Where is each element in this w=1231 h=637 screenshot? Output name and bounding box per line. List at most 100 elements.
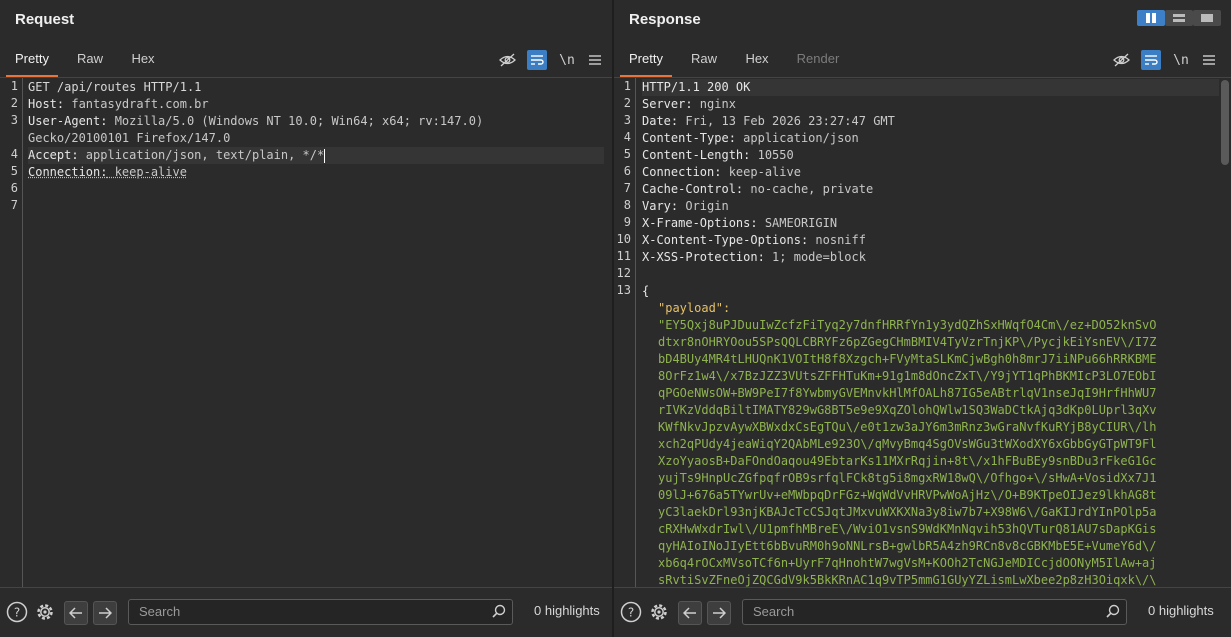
tab-raw[interactable]: Raw [684,44,724,75]
menu-icon[interactable] [1199,50,1219,70]
word-wrap-icon[interactable] [527,50,547,70]
gear-icon[interactable] [647,600,671,624]
payload-line: cRXHwWxdrIwl\/U1pmfhMBreE\/WviO1vsnS9WdK… [658,522,1157,536]
request-tabbar: Pretty Raw Hex \n [0,44,612,78]
newline-toggle[interactable]: \n [1171,50,1191,70]
tab-hex[interactable]: Hex [737,44,777,75]
payload-line: dtxr8nOHRYOou5SPsQQLCBRYFz6pZGegCHmBMIV4… [658,335,1157,349]
payload-line: qPGOeNWsOW+BW9PeI7f8YwbmyGVEMnvkHlMfOALh… [658,386,1157,400]
line-number-gutter: 1 2 3 4 5 6 7 [0,78,23,588]
line-number: 1 [10,79,18,93]
header-line-continued: Gecko/20100101 Firefox/147.0 [28,130,604,147]
json-key-line: "payload": [642,300,1219,317]
payload-line: XzoYyaosB+DaFOndOaqou49EbtarKs11MXrRqjin… [658,454,1157,468]
response-pane: Response Pretty Raw Hex Render \n 1 2 3 … [614,0,1231,637]
tab-hex[interactable]: Hex [123,44,163,75]
line-number-gutter: 1 2 3 4 5 6 7 8 9 10 11 12 13 [614,78,636,588]
header-value: fantasydraft.com.br [64,97,209,111]
line-number: 13 [616,283,631,297]
request-editor[interactable]: 1 2 3 4 5 6 7 GET /api/routes HTTP/1.1 H… [0,78,612,588]
response-editor[interactable]: 1 2 3 4 5 6 7 8 9 10 11 12 13 HTTP/1.1 2… [614,78,1231,588]
layout-side-by-side-button[interactable] [1137,10,1165,26]
layout-tabs-button[interactable] [1193,10,1221,26]
header-name: X-XSS-Protection: [642,250,765,264]
status-line: HTTP/1.1 200 OK [642,79,1219,96]
response-footer: ? 0 highlights [614,587,1231,637]
header-line: X-Content-Type-Options: nosniff [642,232,1219,249]
header-line: Content-Length: 10550 [642,147,1219,164]
tab-raw[interactable]: Raw [70,44,110,75]
request-line-text: GET /api/routes HTTP/1.1 [28,80,202,94]
header-name: Accept: [28,148,79,162]
tab-pretty[interactable]: Pretty [6,44,58,77]
request-footer: ? 0 highlights [0,587,612,637]
line-number: 8 [623,198,631,212]
menu-icon[interactable] [585,50,605,70]
response-code: HTTP/1.1 200 OK Server: nginx Date: Fri,… [642,79,1219,588]
header-value: 10550 [750,148,794,162]
header-value: Mozilla/5.0 (Windows NT 10.0; Win64; x64… [107,114,484,128]
header-value: Fri, 13 Feb 2026 23:27:47 GMT [678,114,895,128]
line-number: 4 [10,147,18,161]
back-arrow-icon[interactable] [678,601,702,625]
newline-toggle[interactable]: \n [557,50,577,70]
forward-arrow-icon[interactable] [707,601,731,625]
line-number: 7 [623,181,631,195]
highlights-count: 0 highlights [1148,603,1214,618]
line-number: 11 [616,249,631,263]
search-input[interactable] [137,603,471,620]
hide-eye-icon[interactable] [497,50,517,70]
line-number: 10 [616,232,631,246]
line-number: 5 [623,147,631,161]
payload-line: KWfNkvJpzvAywXBWxdxCsEgTQu\/e0t1zw3aJY6m… [658,420,1157,434]
payload-line: qyHAIoINoJIyEtt6bBvuRM0h9oNNLrsB+gwlbR5A… [658,539,1157,553]
svg-text:?: ? [628,606,634,620]
search-icon[interactable] [1106,604,1120,623]
header-name: Date: [642,114,679,128]
header-value: keep-alive [107,165,187,179]
tab-pretty[interactable]: Pretty [620,44,672,77]
request-code: GET /api/routes HTTP/1.1 Host: fantasydr… [28,79,604,215]
layout-stacked-button[interactable] [1165,10,1193,26]
line-number: 5 [10,164,18,178]
header-value: 1; mode=block [764,250,866,264]
search-input[interactable] [751,603,1085,620]
help-icon[interactable]: ? [619,600,643,624]
text-caret [324,148,326,163]
line-number: 3 [10,113,18,127]
vertical-scrollbar[interactable] [1221,80,1229,165]
search-icon[interactable] [492,604,506,623]
payload-line: 09lJ+676a5TYwrUv+eMWbpqDrFGz+WqWdVvHRVPw… [658,488,1157,502]
hide-eye-icon[interactable] [1111,50,1131,70]
status-text: HTTP/1.1 200 OK [642,80,751,94]
payload-line: xch2qPUdy4jeaWiqY2QAbMLe923O\/qMvyBmq4Sg… [658,437,1157,451]
header-name: Connection: [642,165,722,179]
header-value: Gecko/20100101 Firefox/147.0 [28,131,231,145]
highlights-count: 0 highlights [534,603,600,618]
gear-icon[interactable] [33,600,57,624]
header-line: Connection: keep-alive [642,164,1219,181]
header-name: User-Agent: [28,114,108,128]
header-value: keep-alive [721,165,801,179]
tab-render[interactable]: Render [792,44,844,75]
line-number [0,129,22,146]
empty-line [28,198,604,215]
line-number: 1 [623,79,631,93]
header-name: Connection: [28,165,108,179]
header-line: User-Agent: Mozilla/5.0 (Windows NT 10.0… [28,113,604,130]
json-key: "payload": [658,301,731,315]
payload-line: xb6q4rOCxMVsoTCf6n+UyrF7qHnohtW7wgVsM+KO… [658,556,1157,570]
header-line: Connection: keep-alive [28,164,604,181]
layout-switcher [1137,10,1221,26]
help-icon[interactable]: ? [5,600,29,624]
line-number: 2 [10,96,18,110]
back-arrow-icon[interactable] [64,601,88,625]
header-line: Host: fantasydraft.com.br [28,96,604,113]
header-name: X-Frame-Options: [642,216,758,230]
request-line: GET /api/routes HTTP/1.1 [28,79,604,96]
header-line: Server: nginx [642,96,1219,113]
word-wrap-icon[interactable] [1141,50,1161,70]
forward-arrow-icon[interactable] [93,601,117,625]
line-number: 6 [623,164,631,178]
header-line: Content-Type: application/json [642,130,1219,147]
